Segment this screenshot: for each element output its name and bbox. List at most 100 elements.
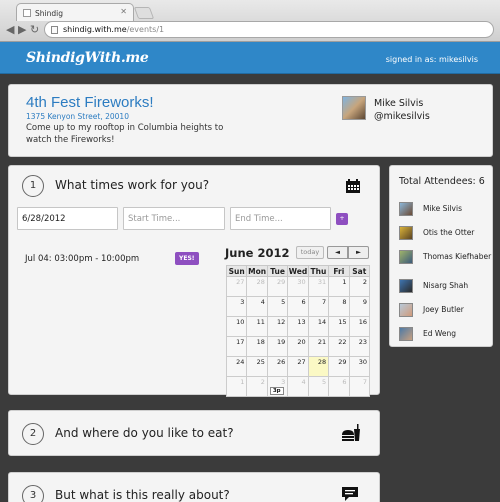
calendar-event-chip[interactable]: 3p — [269, 387, 284, 395]
calendar-day-number: 14 — [317, 318, 327, 326]
date-input[interactable]: 6/28/2012 — [17, 207, 118, 230]
calendar-day-cell[interactable]: 8 — [328, 296, 350, 317]
calendar-day-cell[interactable]: 30 — [348, 356, 371, 377]
reload-icon[interactable]: ↻ — [30, 23, 39, 37]
calendar-prev-button[interactable]: ◄ — [327, 246, 348, 259]
calendar-day-cell[interactable]: 24 — [225, 356, 248, 377]
url-host: shindig.with.me — [63, 25, 127, 34]
calendar-day-number: 20 — [297, 338, 306, 346]
calendar-day-cell[interactable]: 26 — [266, 356, 289, 377]
calendar-day-number: 30 — [297, 278, 306, 286]
calendar-day-cell[interactable]: 25 — [246, 356, 268, 377]
host-name: Mike Silvis — [374, 98, 424, 109]
calendar-day-number: 5 — [321, 378, 327, 386]
vote-yes-button[interactable]: YES! — [175, 252, 199, 265]
calendar-day-cell[interactable]: 30 — [287, 276, 309, 297]
calendar-day-number: 8 — [342, 298, 347, 306]
calendar-day-cell[interactable]: 6 — [328, 376, 350, 397]
app-logo[interactable]: ShindigWith.me — [26, 50, 149, 66]
calendar-day-number: 6 — [301, 298, 306, 306]
calendar-day-number: 25 — [256, 358, 265, 366]
calendar-day-cell[interactable]: 2 — [348, 276, 371, 297]
browser-tab[interactable]: Shindig ✕ — [16, 3, 134, 21]
calendar-icon — [346, 179, 360, 193]
calendar-day-cell[interactable]: 12 — [266, 316, 289, 337]
calendar-day-cell[interactable]: 4 — [246, 296, 268, 317]
host-avatar[interactable] — [342, 96, 366, 120]
calendar-day-number: 3 — [281, 378, 286, 386]
calendar-day-cell[interactable]: 28 — [246, 276, 268, 297]
calendar-day-number: 21 — [317, 338, 327, 346]
calendar-day-cell[interactable]: 6 — [287, 296, 309, 317]
calendar-day-cell[interactable]: 28 — [307, 356, 330, 377]
new-tab-button[interactable] — [133, 7, 155, 19]
calendar-day-number: 16 — [358, 318, 367, 326]
calendar-day-cell[interactable]: 13 — [287, 316, 309, 337]
calendar-day-number: 9 — [362, 298, 367, 306]
calendar-week-row: 10 11 12 13 14 15 16 — [225, 316, 371, 337]
calendar-day-cell[interactable]: 16 — [348, 316, 371, 337]
calendar-day-cell[interactable]: 27 — [225, 276, 248, 297]
calendar-day-cell[interactable]: 19 — [266, 336, 289, 357]
calendar-day-cell[interactable]: 18 — [246, 336, 268, 357]
calendar-day-number: 26 — [276, 358, 286, 366]
calendar-day-cell[interactable]: 29 — [328, 356, 350, 377]
calendar-day-cell[interactable]: 2 — [246, 376, 268, 397]
calendar-day-cell[interactable]: 23 — [348, 336, 371, 357]
calendar-day-cell[interactable]: 29 — [266, 276, 289, 297]
close-tab-icon[interactable]: ✕ — [120, 7, 127, 16]
start-time-input[interactable]: Start Time... — [123, 207, 225, 230]
calendar-day-cell[interactable]: 4 — [287, 376, 309, 397]
address-bar[interactable]: shindig.with.me/events/1 — [44, 21, 494, 38]
calendar-day-cell[interactable]: 7 — [348, 376, 371, 397]
calendar-day-cell[interactable]: 10 — [225, 316, 248, 337]
calendar-day-cell[interactable]: 21 — [307, 336, 330, 357]
calendar-day-number: 17 — [236, 338, 245, 346]
add-time-button[interactable]: + — [336, 213, 348, 225]
calendar-today-button[interactable]: today — [296, 246, 324, 259]
calendar-day-cell[interactable]: 11 — [246, 316, 268, 337]
calendar-day-cell[interactable]: 20 — [287, 336, 309, 357]
url-path: /events/1 — [126, 25, 165, 34]
event-address[interactable]: 1375 Kenyon Street, 20010 — [26, 112, 129, 121]
calendar-day-cell[interactable]: 15 — [328, 316, 350, 337]
calendar-next-button[interactable]: ► — [348, 246, 369, 259]
end-time-input[interactable]: End Time... — [230, 207, 331, 230]
weekday-header: Wed — [287, 265, 309, 277]
calendar-day-cell[interactable]: 17 — [225, 336, 248, 357]
calendar-day-number: 15 — [338, 318, 347, 326]
weekday-header: Tue — [266, 265, 289, 277]
calendar-day-number: 5 — [281, 298, 286, 306]
attendee-avatar — [399, 202, 413, 216]
calendar-day-cell[interactable]: 7 — [307, 296, 330, 317]
event-description: Come up to my rooftop in Columbia height… — [26, 123, 224, 145]
calendar-day-number: 31 — [317, 278, 327, 286]
calendar-day-cell[interactable]: 9 — [348, 296, 371, 317]
forward-arrow-icon[interactable]: ▶ — [18, 23, 26, 37]
speech-bubble-icon — [342, 487, 358, 501]
calendar-day-cell[interactable]: 14 — [307, 316, 330, 337]
calendar-day-cell[interactable]: 3 — [225, 296, 248, 317]
back-arrow-icon[interactable]: ◀ — [6, 23, 14, 37]
attendee-name: Mike Silvis — [423, 204, 462, 213]
signed-in-status[interactable]: signed in as: mikesilvis — [386, 55, 478, 64]
calendar-day-cell[interactable]: 5 — [307, 376, 330, 397]
attendee-avatar — [399, 250, 413, 264]
calendar-day-number: 29 — [338, 358, 347, 366]
step-title: What times work for you? — [55, 178, 210, 192]
calendar-day-cell[interactable]: 3 3p — [266, 376, 289, 397]
calendar-day-number: 1 — [342, 278, 347, 286]
calendar-week-row: 17 18 19 20 21 22 23 — [225, 336, 371, 357]
calendar-day-number: 12 — [276, 318, 286, 326]
event-info-panel: 4th Fest Fireworks! 1375 Kenyon Street, … — [8, 84, 493, 157]
calendar-day-number: 30 — [358, 358, 367, 366]
calendar-day-cell[interactable]: 5 — [266, 296, 289, 317]
weekday-header: Sat — [348, 265, 371, 277]
calendar-day-cell[interactable]: 31 — [307, 276, 330, 297]
calendar-day-cell[interactable]: 1 — [328, 276, 350, 297]
attendees-title: Total Attendees: 6 — [399, 176, 485, 187]
calendar-day-cell[interactable]: 1 — [225, 376, 248, 397]
attendee-name: Thomas Kiefhaber — [423, 252, 492, 261]
calendar-day-cell[interactable]: 22 — [328, 336, 350, 357]
calendar-day-cell[interactable]: 27 — [287, 356, 309, 377]
